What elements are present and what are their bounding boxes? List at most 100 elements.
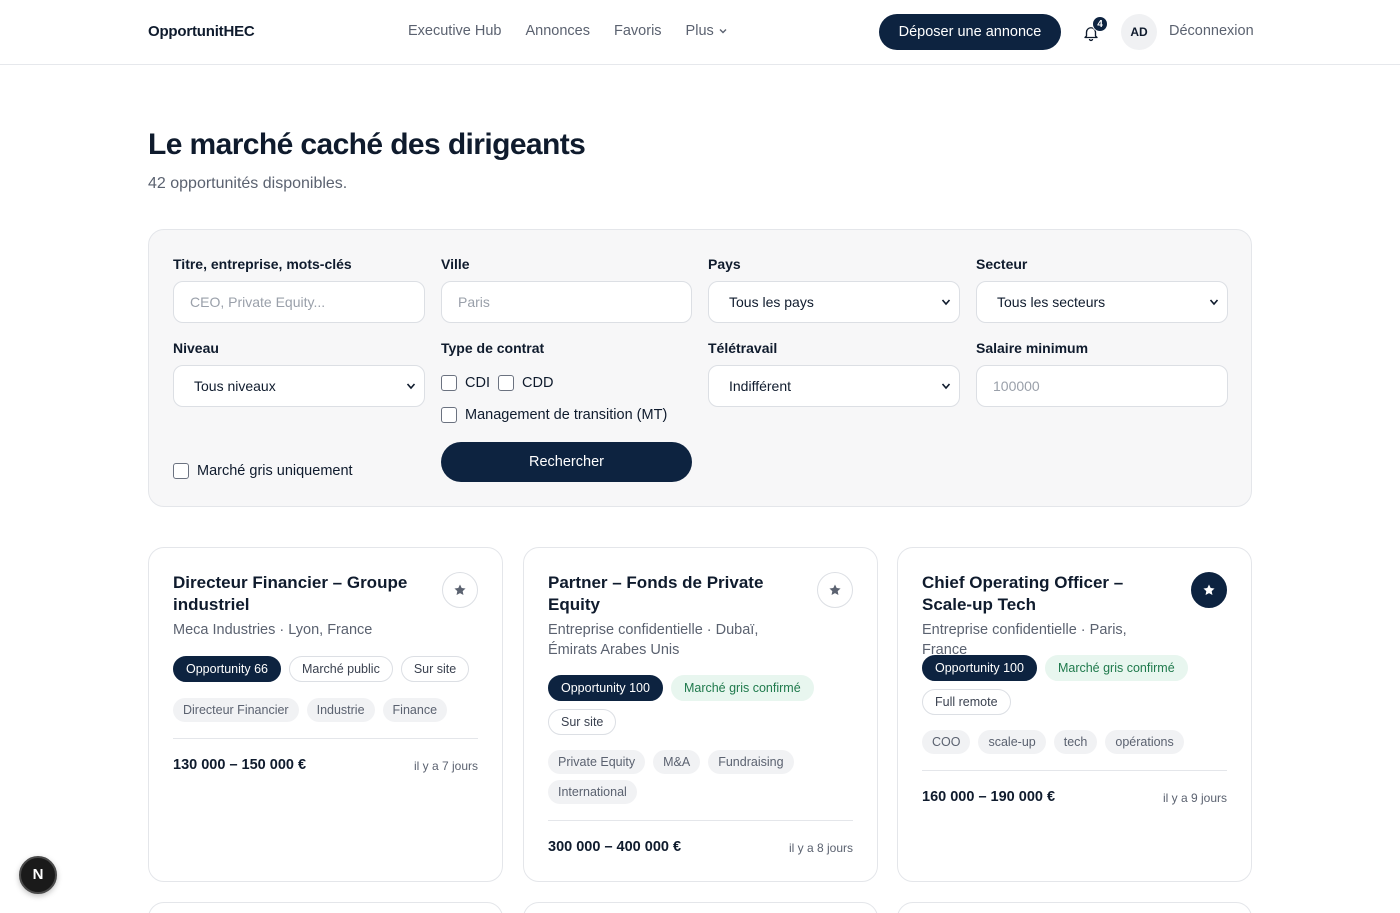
remote-select[interactable]: Indifférent — [708, 365, 960, 407]
job-tag: Fundraising — [708, 750, 794, 774]
job-posted-date: il y a 8 jours — [788, 841, 853, 855]
sector-select[interactable]: Tous les secteurs — [976, 281, 1228, 323]
keywords-label: Titre, entreprise, mots-clés — [173, 256, 352, 272]
logout-link[interactable]: Déconnexion — [1169, 23, 1254, 39]
main-nav: Executive Hub Annonces Favoris Plus — [408, 23, 728, 39]
chevron-down-icon — [406, 383, 416, 390]
keywords-input[interactable]: CEO, Private Equity... — [173, 281, 425, 323]
checkbox-box — [498, 375, 514, 391]
contract-cdd-label: CDD — [522, 375, 554, 391]
level-select-value: Tous niveaux — [194, 378, 276, 394]
job-tag: tech — [1053, 730, 1098, 754]
market-badge: Marché gris confirmé — [670, 675, 814, 701]
post-ad-button[interactable]: Déposer une annonce — [879, 14, 1061, 50]
country-select[interactable]: Tous les pays — [708, 281, 960, 323]
star-icon — [1203, 584, 1215, 596]
market-badge: Marché public — [289, 656, 393, 682]
job-card[interactable]: Directeur Financier – Groupe industriel … — [148, 547, 503, 882]
job-pills: Opportunity 100 Marché gris confirmé Ful… — [922, 655, 1212, 715]
grey-market-label: Marché gris uniquement — [197, 463, 353, 479]
country-label: Pays — [708, 256, 741, 272]
filter-panel: Titre, entreprise, mots-clés CEO, Privat… — [148, 229, 1252, 507]
job-card-next-row[interactable] — [523, 902, 878, 913]
top-navbar: OpportunitHEC Executive Hub Annonces Fav… — [0, 0, 1400, 65]
city-input[interactable]: Paris — [441, 281, 692, 323]
nav-plus[interactable]: Plus — [686, 23, 728, 39]
job-meta: Entreprise confidentielle · Paris, Franc… — [922, 622, 1127, 658]
remote-label: Télétravail — [708, 340, 778, 356]
job-tags: COO scale-up tech opérations — [922, 730, 1232, 754]
job-meta: Entreprise confidentielle · Dubaï, Émira… — [548, 622, 759, 658]
job-tag: COO — [922, 730, 971, 754]
salary-label: Salaire minimum — [976, 340, 1089, 356]
level-select[interactable]: Tous niveaux — [173, 365, 425, 407]
grey-market-checkbox[interactable]: Marché gris uniquement — [173, 463, 353, 479]
chevron-down-icon — [1209, 299, 1219, 306]
avatar[interactable]: AD — [1121, 14, 1157, 50]
job-posted-date: il y a 7 jours — [413, 759, 478, 773]
search-button[interactable]: Rechercher — [441, 442, 692, 482]
job-salary: 130 000 – 150 000 € — [173, 757, 307, 773]
job-tags: Directeur Financier Industrie Finance — [173, 698, 483, 722]
job-salary: 160 000 – 190 000 € — [922, 789, 1056, 805]
checkbox-box — [173, 463, 189, 479]
job-title[interactable]: Partner – Fonds de Private Equity — [548, 572, 788, 616]
contract-cdd-checkbox[interactable]: CDD — [498, 375, 553, 391]
job-card-next-row[interactable] — [148, 902, 503, 913]
job-tag: M&A — [653, 750, 701, 774]
job-card[interactable]: Chief Operating Officer – Scale-up Tech … — [897, 547, 1252, 882]
card-divider — [548, 820, 853, 821]
brand-logo[interactable]: OpportunitHEC — [148, 23, 255, 40]
sector-select-value: Tous les secteurs — [997, 294, 1106, 310]
job-title[interactable]: Directeur Financier – Groupe industriel — [173, 572, 413, 616]
location-mode-badge: Full remote — [922, 689, 1011, 715]
star-icon — [454, 584, 466, 596]
nav-executive-hub[interactable]: Executive Hub — [408, 23, 502, 39]
job-tag: scale-up — [978, 730, 1046, 754]
favorite-button[interactable] — [1191, 572, 1227, 608]
job-tag: opérations — [1105, 730, 1184, 754]
opportunity-score-badge: Opportunity 100 — [548, 675, 663, 701]
notification-count-badge: 4 — [1092, 16, 1108, 32]
job-tag: Finance — [382, 698, 448, 722]
job-tag: Private Equity — [548, 750, 646, 774]
page-title: Le marché caché des dirigeants — [148, 128, 586, 161]
location-mode-badge: Sur site — [400, 656, 470, 682]
job-title[interactable]: Chief Operating Officer – Scale-up Tech — [922, 572, 1172, 616]
card-divider — [173, 738, 478, 739]
card-divider — [922, 770, 1227, 771]
job-salary: 300 000 – 400 000 € — [548, 839, 682, 855]
level-label: Niveau — [173, 340, 219, 356]
favorite-button[interactable] — [817, 572, 853, 608]
nav-annonces[interactable]: Annonces — [526, 23, 591, 39]
job-card[interactable]: Partner – Fonds de Private Equity Entrep… — [523, 547, 878, 882]
job-tag: Industrie — [306, 698, 375, 722]
job-posted-date: il y a 9 jours — [1162, 791, 1227, 805]
contract-cdi-label: CDI — [465, 375, 490, 391]
chevron-down-icon — [941, 383, 951, 390]
checkbox-box — [441, 407, 457, 423]
contract-cdi-checkbox[interactable]: CDI — [441, 375, 490, 391]
dev-tools-badge[interactable]: N — [19, 856, 57, 894]
remote-select-value: Indifférent — [729, 378, 792, 394]
page-subtitle: 42 opportunités disponibles. — [148, 175, 348, 192]
notifications-button[interactable]: 4 — [1081, 16, 1108, 44]
contract-label: Type de contrat — [441, 340, 545, 356]
country-select-value: Tous les pays — [729, 294, 814, 310]
opportunity-score-badge: Opportunity 66 — [173, 656, 281, 682]
job-meta: Meca Industries · Lyon, France — [173, 622, 373, 638]
job-card-next-row[interactable] — [897, 902, 1252, 913]
salary-input[interactable]: 100000 — [976, 365, 1228, 407]
favorite-button[interactable] — [442, 572, 478, 608]
opportunity-score-badge: Opportunity 100 — [922, 655, 1037, 681]
star-icon — [829, 584, 841, 596]
sector-label: Secteur — [976, 256, 1028, 272]
job-tag: International — [548, 780, 637, 804]
contract-mt-checkbox[interactable]: Management de transition (MT) — [441, 407, 667, 423]
location-mode-badge: Sur site — [548, 709, 617, 735]
chevron-down-icon — [719, 29, 727, 34]
nav-favoris[interactable]: Favoris — [614, 23, 662, 39]
job-pills: Opportunity 100 Marché gris confirmé Sur… — [548, 675, 838, 735]
nav-plus-label: Plus — [685, 23, 714, 39]
job-tag: Directeur Financier — [173, 698, 299, 722]
